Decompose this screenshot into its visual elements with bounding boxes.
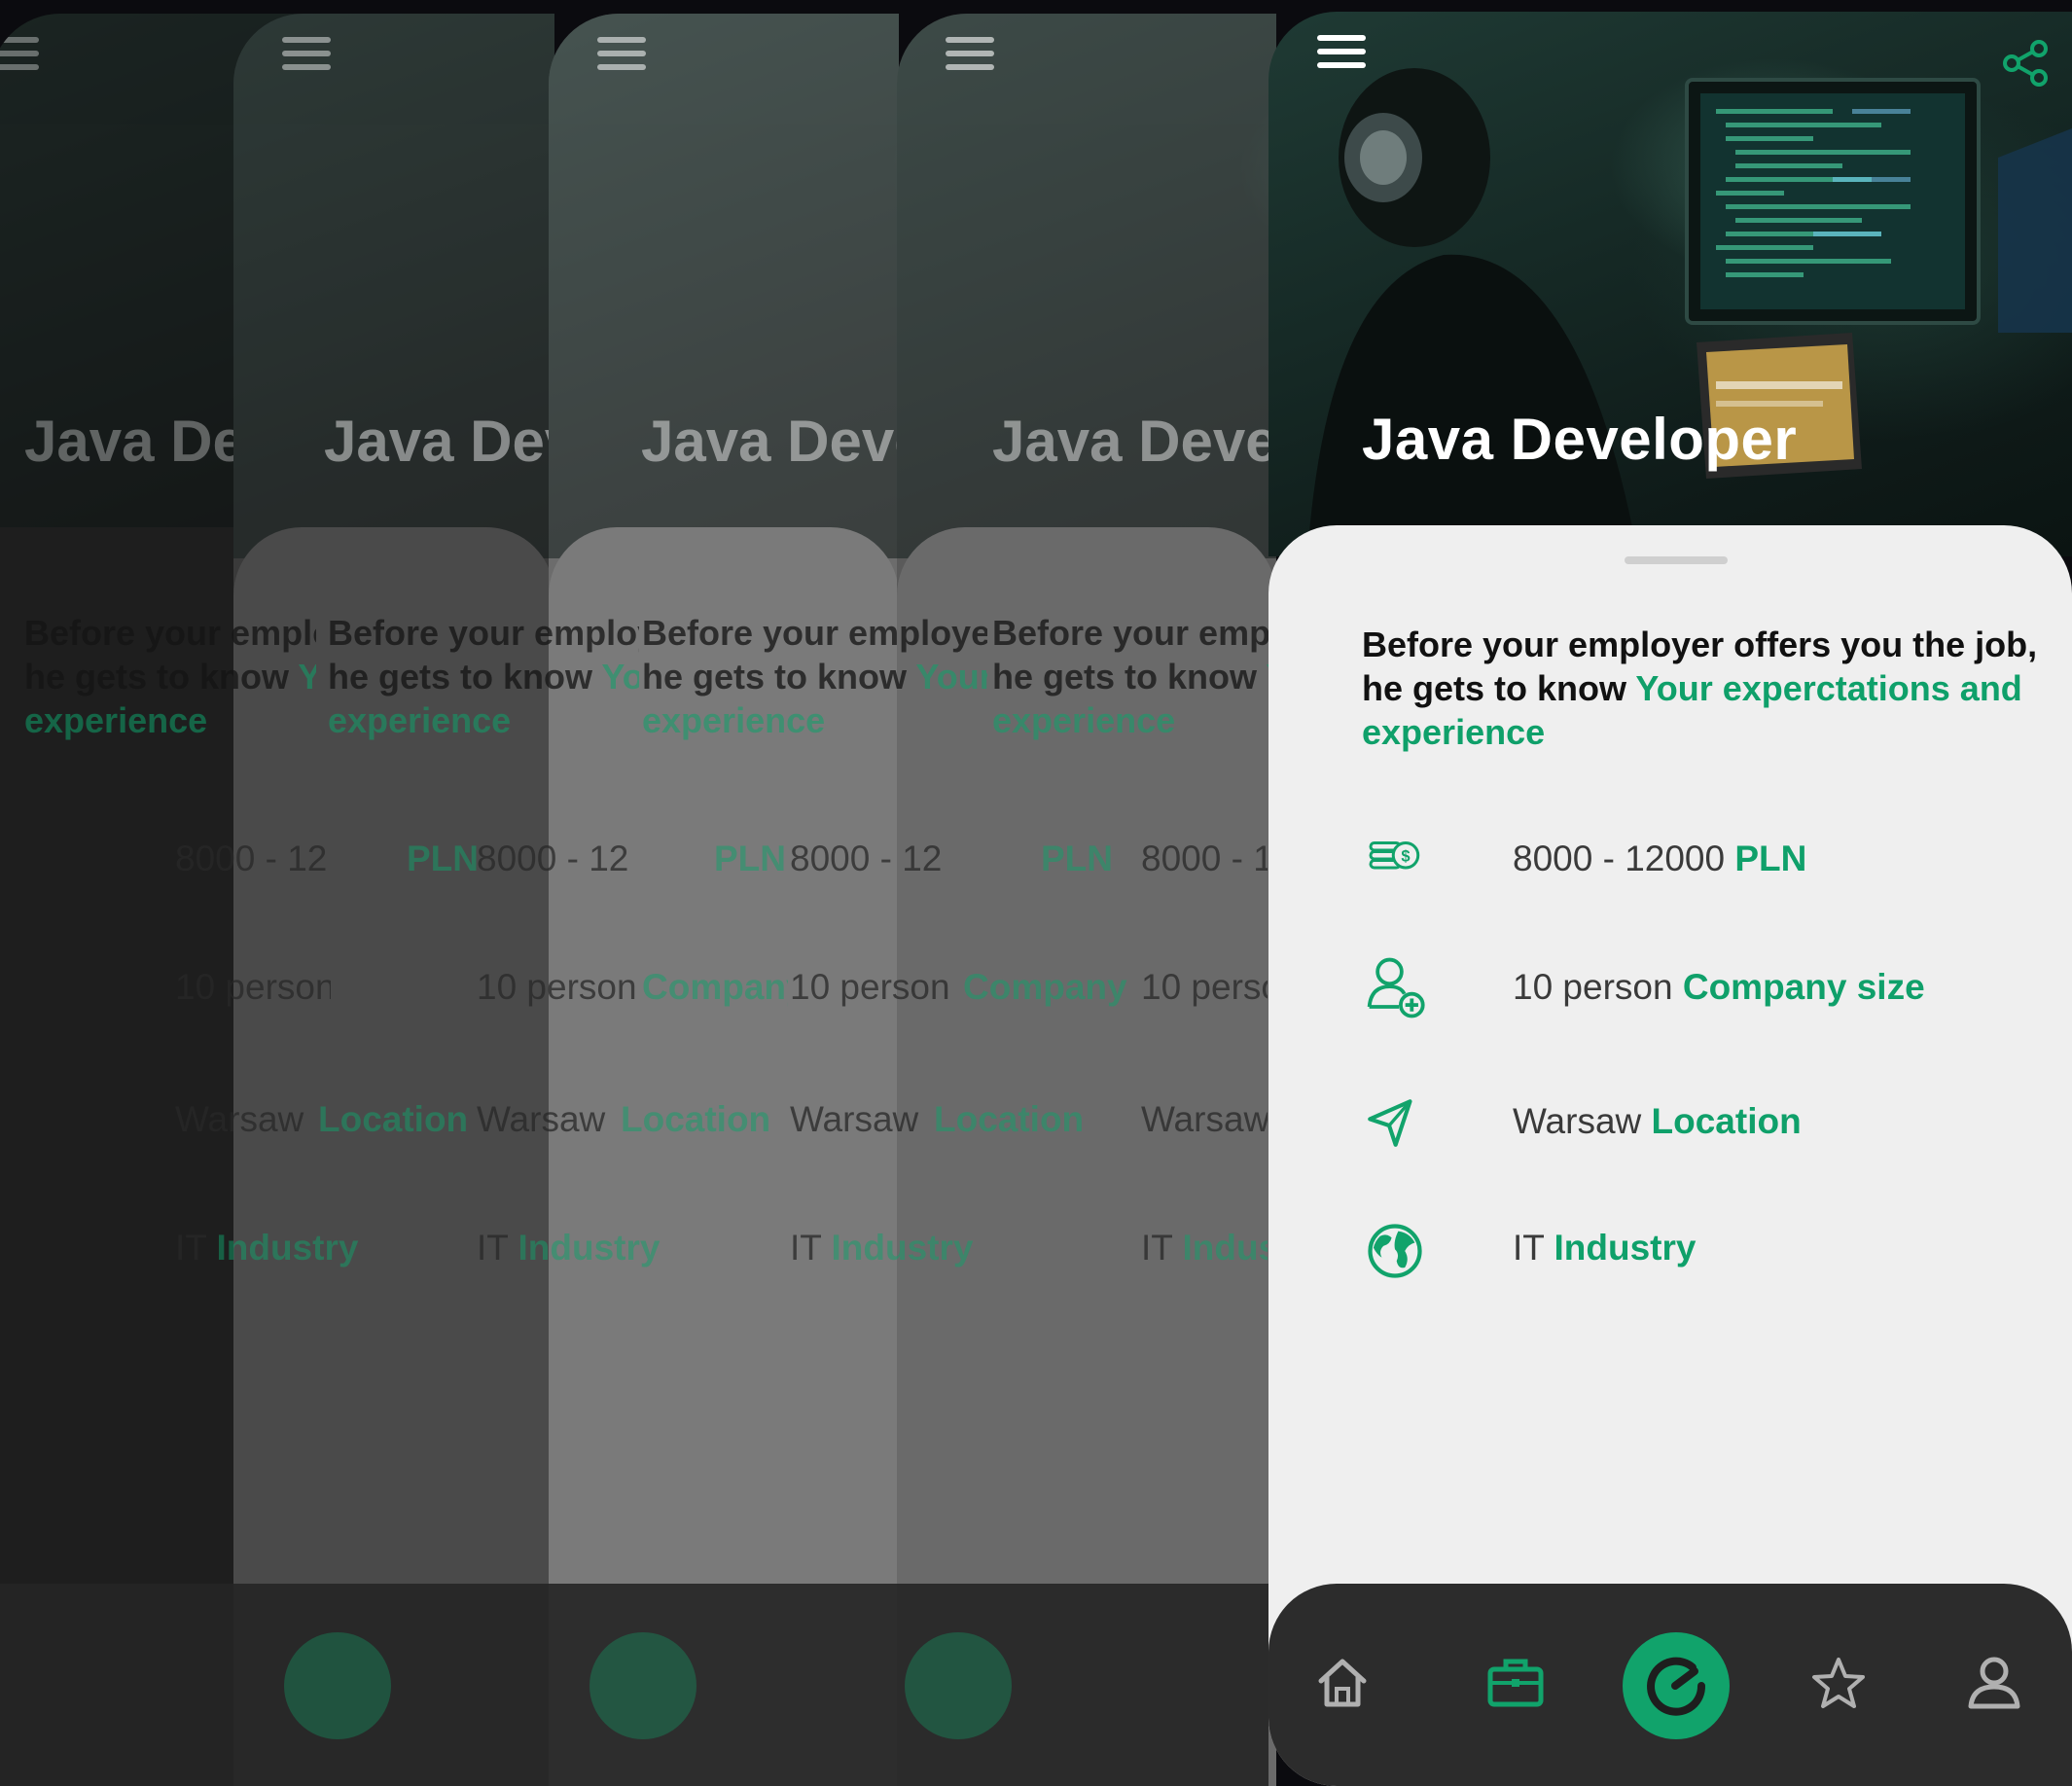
ghost-location-label: Location xyxy=(934,1099,1085,1139)
ghost-location: Warsaw xyxy=(175,1099,304,1139)
ghost-tab-center xyxy=(905,1632,1012,1739)
location-arrow-icon xyxy=(1368,1099,1412,1147)
job-intro-text: Before your employer offers you the job,… xyxy=(1362,623,2043,754)
add-person-icon xyxy=(1367,957,1425,1018)
refresh-icon xyxy=(1647,1657,1706,1716)
ghost-salary: 8000 - 12 xyxy=(175,839,328,878)
ghost-title: Java Develop xyxy=(641,409,899,474)
company-size-text: 10 person Company size xyxy=(1513,967,1925,1007)
svg-text:$: $ xyxy=(1401,847,1410,865)
job-title: Java Developer xyxy=(1362,407,1798,472)
ghost-hero xyxy=(233,14,554,558)
ghost-industry: IT Industry xyxy=(1141,1228,1268,1268)
ghost-menu-icon xyxy=(597,37,646,70)
ghost-company-label: Company size xyxy=(642,967,788,1007)
ghost-location: Warsaw xyxy=(1141,1099,1268,1139)
ghost-industry: IT Industry xyxy=(790,1228,974,1268)
ghost-title: Java Devel xyxy=(992,409,1276,474)
developer-at-desk-image xyxy=(1307,68,2072,556)
menu-icon[interactable] xyxy=(1317,35,1366,68)
user-icon[interactable] xyxy=(1959,1648,2029,1718)
briefcase-icon[interactable] xyxy=(1481,1648,1551,1718)
industry-text: IT Industry xyxy=(1513,1228,1697,1268)
coins-icon: $ xyxy=(1369,841,1420,870)
ghost-salary: 8000 - 12 xyxy=(1141,839,1268,878)
ghost-menu-icon xyxy=(282,37,331,70)
ghost-menu-icon xyxy=(946,37,994,70)
ghost-intro-4: Before your empl he gets to know Y exper… xyxy=(992,613,1269,740)
location-text: Warsaw Location xyxy=(1513,1101,1802,1141)
ghost-company-label: Company size xyxy=(963,967,1138,1007)
ghost-company: 10 person xyxy=(1141,967,1268,1007)
globe-icon xyxy=(1368,1224,1422,1278)
location-row: Warsaw Location xyxy=(1362,1099,2023,1167)
ghost-location-label: Location xyxy=(318,1099,469,1139)
ghost-location: Warsaw xyxy=(477,1099,606,1139)
ghost-company: 10 person xyxy=(477,967,637,1007)
ghost-card-3: Java Develop xyxy=(549,14,899,1786)
ghost-intro-1: Before your emplo he gets to know Yo exp… xyxy=(24,613,316,740)
company-size-row: 10 person Company size xyxy=(1362,957,2023,1033)
home-icon[interactable] xyxy=(1307,1648,1377,1718)
ghost-industry: IT Industry xyxy=(477,1228,661,1268)
ghost-card-2: Java Develo xyxy=(233,14,554,1786)
ghost-company: 10 person xyxy=(175,967,331,1007)
ghost-salary: 8000 - 12 xyxy=(790,839,943,878)
ghost-hero xyxy=(897,14,1276,558)
industry-row: IT Industry xyxy=(1362,1224,2023,1294)
ghost-currency: PLN xyxy=(714,839,786,878)
ghost-menu-icon xyxy=(0,37,39,70)
ghost-hero xyxy=(549,14,899,558)
bottom-tab-bar xyxy=(1268,1584,2072,1786)
sheet-grabber[interactable] xyxy=(1625,556,1728,564)
stacked-card-transition: Java Devel Java Develo Java Develop Java… xyxy=(0,0,2072,1786)
ghost-tab-center xyxy=(589,1632,697,1739)
ghost-intro-3: Before your employe he gets to know Your… xyxy=(642,613,987,740)
refresh-button[interactable] xyxy=(1623,1632,1730,1739)
ghost-currency: PLN xyxy=(407,839,479,878)
ghost-industry: IT Industry xyxy=(175,1228,359,1268)
ghost-location-label: Location xyxy=(621,1099,771,1139)
star-icon[interactable] xyxy=(1804,1648,1874,1718)
ghost-currency: PLN xyxy=(1041,839,1113,878)
salary-row: $ 8000 - 12000 PLN xyxy=(1362,837,2023,905)
hero-image xyxy=(1268,12,2072,556)
ghost-title: Java Develo xyxy=(324,409,554,474)
ghost-company: 10 person xyxy=(790,967,950,1007)
salary-text: 8000 - 12000 PLN xyxy=(1513,839,1807,878)
job-card: Java Developer Before your employer offe… xyxy=(1268,12,2072,1786)
ghost-location: Warsaw xyxy=(790,1099,919,1139)
ghost-tab-center xyxy=(284,1632,391,1739)
ghost-intro-2: Before your employ he gets to know Yo ex… xyxy=(328,613,639,740)
ghost-salary: 8000 - 12 xyxy=(477,839,629,878)
share-icon[interactable] xyxy=(2000,37,2053,89)
ghost-card-4: Java Devel xyxy=(897,14,1276,1786)
